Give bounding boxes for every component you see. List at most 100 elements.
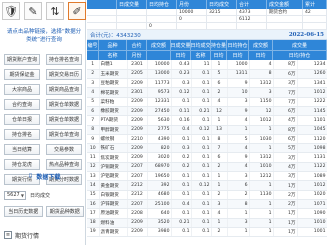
variety-link[interactable]: 白糖1 — [99, 60, 128, 70]
column-header[interactable]: 编号 — [87, 40, 99, 50]
table-row[interactable]: 1 白糖1 2301 10000 0.43 11 1 1000 4 8万 1234 — [87, 60, 327, 70]
table-cell: 1012 — [297, 87, 327, 98]
menu-button[interactable]: 期货商品查询 — [46, 84, 82, 95]
table-cell: 0.4 — [171, 125, 192, 135]
table-cell: 13000 — [147, 69, 172, 80]
column-header[interactable]: 日均持仓 — [227, 40, 249, 50]
top-cell — [207, 23, 237, 29]
variety-link[interactable]: 棉花期货 — [99, 87, 128, 98]
column-header[interactable]: 成交额 — [249, 40, 273, 50]
menu-button[interactable]: 交易参数 — [46, 144, 82, 155]
toolbar-button-1[interactable]: 🛡 — [2, 2, 20, 20]
history-data-button[interactable]: 当日历史数据 — [4, 206, 43, 217]
table-cell: 3 — [211, 199, 228, 210]
table-cell: 0.12 — [191, 125, 212, 135]
table-row[interactable]: 3 豆粕期货 2209 11773 0.3 0.1 6 9 1312 3万 1341 — [87, 78, 327, 89]
table-cell: 1010 — [297, 218, 327, 228]
menu-button[interactable]: 合约查询 — [4, 99, 40, 110]
menu-button[interactable]: 持仓龙虎 — [4, 159, 40, 170]
menu-button[interactable]: 持仓排名查询 — [46, 54, 82, 65]
toolbar-button-2[interactable]: ✎ — [24, 2, 42, 20]
variety-link[interactable]: 螺纹钢 — [99, 134, 128, 145]
main-header-row-1: 编号 品种 合约 成交额 日成交量 日均成交 持仓量 日均持仓 成交额 成交量 — [87, 40, 327, 50]
menu-button[interactable]: 期货仓单数据 — [46, 114, 82, 125]
table-cell: 1 — [211, 171, 228, 182]
notice-line-1: 请点击品种链接，选择“数据分 — [6, 29, 82, 35]
variety-link[interactable]: 燃料油 — [99, 218, 128, 228]
table-cell: 7万 — [273, 97, 298, 108]
table-cell: 0.1 — [191, 199, 212, 210]
menu-button[interactable]: 期货仓单数据 — [46, 99, 82, 110]
column-header[interactable]: 合约 — [127, 40, 147, 50]
table-cell: 0.1 — [191, 115, 212, 126]
menu-button[interactable]: 仓单日报 — [4, 114, 40, 125]
table-row[interactable]: 4 棉花期货 2301 9573 0.12 0.1 2 10 3 7万 1012 — [87, 87, 327, 98]
variety-link[interactable]: 沪锌期货 — [99, 199, 128, 210]
variety-link[interactable]: 豆粕期货 — [99, 78, 128, 89]
table-row[interactable]: 14 黄金期货 2212 392 0.1 0.12 1 6 1 1万 1012 — [87, 180, 327, 191]
menu-button[interactable]: 期货保证金 — [4, 69, 40, 80]
column-header[interactable]: 成交量 — [273, 40, 327, 50]
table-row[interactable]: 16 沪锌期货 2207 25100 0.4 0.1 3 8 1 2万 1071 — [87, 199, 327, 210]
toolbar-button-3[interactable]: ⇅ — [46, 2, 64, 20]
table-row[interactable]: 5 菜籽粕 2209 12331 0.1 0.1 4 3 1150 7万 1222 — [87, 97, 327, 108]
table-row[interactable]: 10 铁矿石 2209 820 0.3 0.1 7 4 1 5万 1098 — [87, 143, 327, 154]
menu-button[interactable]: 期货仓单查询 — [46, 129, 82, 140]
table-cell: 4万 — [273, 162, 298, 173]
table-row[interactable]: 13 沪铝期货 2207 19650 0.1 0.1 1 3 1212 3万 1089 — [87, 171, 327, 182]
variety-link[interactable]: 铁矿石 — [99, 143, 128, 154]
table-row[interactable]: 9 螺纹钢 2210 4390 0.1 0.1 8 5 1030 6万 1120 — [87, 134, 327, 145]
variety-link[interactable]: 黄金期货 — [99, 180, 128, 191]
menu-button[interactable]: 热点品种查询 — [46, 159, 82, 170]
column-header[interactable]: 持仓量 — [211, 40, 227, 50]
variety-link[interactable]: 沪铜期货 — [99, 162, 128, 173]
table-cell: 25100 — [147, 199, 172, 210]
variety-link[interactable]: 甲醇期货 — [99, 125, 128, 135]
table-cell: 0.1 — [191, 218, 212, 228]
chart-pen-icon: ✐ — [72, 4, 82, 18]
table-row[interactable]: 17 原油期货 2208 640 0.1 0.1 4 1 1 1万 1090 — [87, 208, 327, 219]
variety-link[interactable]: 玉米期货 — [99, 69, 128, 80]
table-cell: 0.1 — [191, 134, 212, 145]
variety-link[interactable]: 白银期货 — [99, 190, 128, 200]
menu-button[interactable]: 持仓排名 — [4, 129, 40, 140]
variety-link[interactable]: 菜籽粕 — [99, 97, 128, 108]
table-cell: 0.1 — [191, 69, 212, 80]
table-row[interactable]: 2 玉米期货 2205 13000 0.23 0.1 5 1311 8 6万 1260 — [87, 69, 327, 80]
table-cell: 12331 — [147, 97, 172, 108]
table-cell: 17 — [87, 208, 100, 219]
table-cell: 1 — [227, 227, 250, 238]
table-row[interactable]: 7 PTA期货 2209 5630 0.16 0.1 1 4 1012 4万 1101 — [87, 115, 327, 126]
variety-link[interactable]: 焦炭期货 — [99, 152, 128, 163]
table-cell: 1万 — [273, 218, 298, 228]
menu-button[interactable]: 当日结算 — [4, 144, 40, 155]
toolbar-button-4[interactable]: ✐ — [68, 2, 86, 20]
left-panel: 🛡 ✎ ⇅ ✐ 请点击品种链接，选择“数据分 类统”进行查询 期货账户查询 持仓排名查询… — [0, 0, 86, 245]
column-header[interactable]: 日成交量 — [171, 40, 191, 50]
variety-data-button[interactable]: 期货品种数据 — [45, 206, 84, 217]
variety-link[interactable]: 橡胶期货 — [99, 106, 128, 117]
table-row[interactable]: 11 焦炭期货 2209 3020 0.2 0.1 6 9 1312 3万 1131 — [87, 152, 327, 163]
table-cell: 2209 — [127, 227, 148, 238]
variety-link[interactable]: 原油期货 — [99, 208, 128, 219]
table-row[interactable]: 8 甲醇期货 2209 2775 0.4 0.12 13 1 1 8万 1045 — [87, 125, 327, 135]
column-header[interactable]: 成交额 — [147, 40, 171, 50]
table-row[interactable]: 12 沪铜期货 2207 68970 0.2 0.1 2 4 1010 4万 1122 — [87, 162, 327, 173]
table-cell: 12 — [211, 106, 228, 117]
variety-link[interactable]: 沥青期货 — [99, 227, 128, 238]
top-cell — [117, 9, 147, 15]
menu-button[interactable]: 期货交易日历 — [46, 69, 82, 80]
variety-link[interactable]: 沪铝期货 — [99, 171, 128, 182]
column-header[interactable]: 品种 — [99, 40, 127, 50]
menu-button[interactable]: 大宗商品 — [4, 84, 40, 95]
table-row[interactable]: 6 橡胶期货 2209 27450 0.11 0.21 12 9 12 6万 1145 — [87, 106, 327, 117]
quote-link[interactable]: ≡ 期货行情 — [4, 229, 84, 241]
column-header[interactable]: 日均成交 — [191, 40, 211, 50]
menu-button[interactable]: 期货账户查询 — [4, 54, 40, 65]
table-row[interactable]: 15 白银期货 2212 4680 0.1 0.1 2 2 1130 2万 1020 — [87, 190, 327, 200]
sort-select[interactable]: 5627 ▼ — [4, 190, 26, 200]
table-cell: 1030 — [249, 134, 274, 145]
table-row[interactable]: 19 沥青期货 2209 3980 0.1 0.1 2 1 1 1万 1001 — [87, 227, 327, 238]
variety-link[interactable]: PTA期货 — [99, 115, 128, 126]
table-row[interactable]: 18 燃料油 2209 3520 0.21 0.1 1 3 1 1万 1010 — [87, 218, 327, 228]
